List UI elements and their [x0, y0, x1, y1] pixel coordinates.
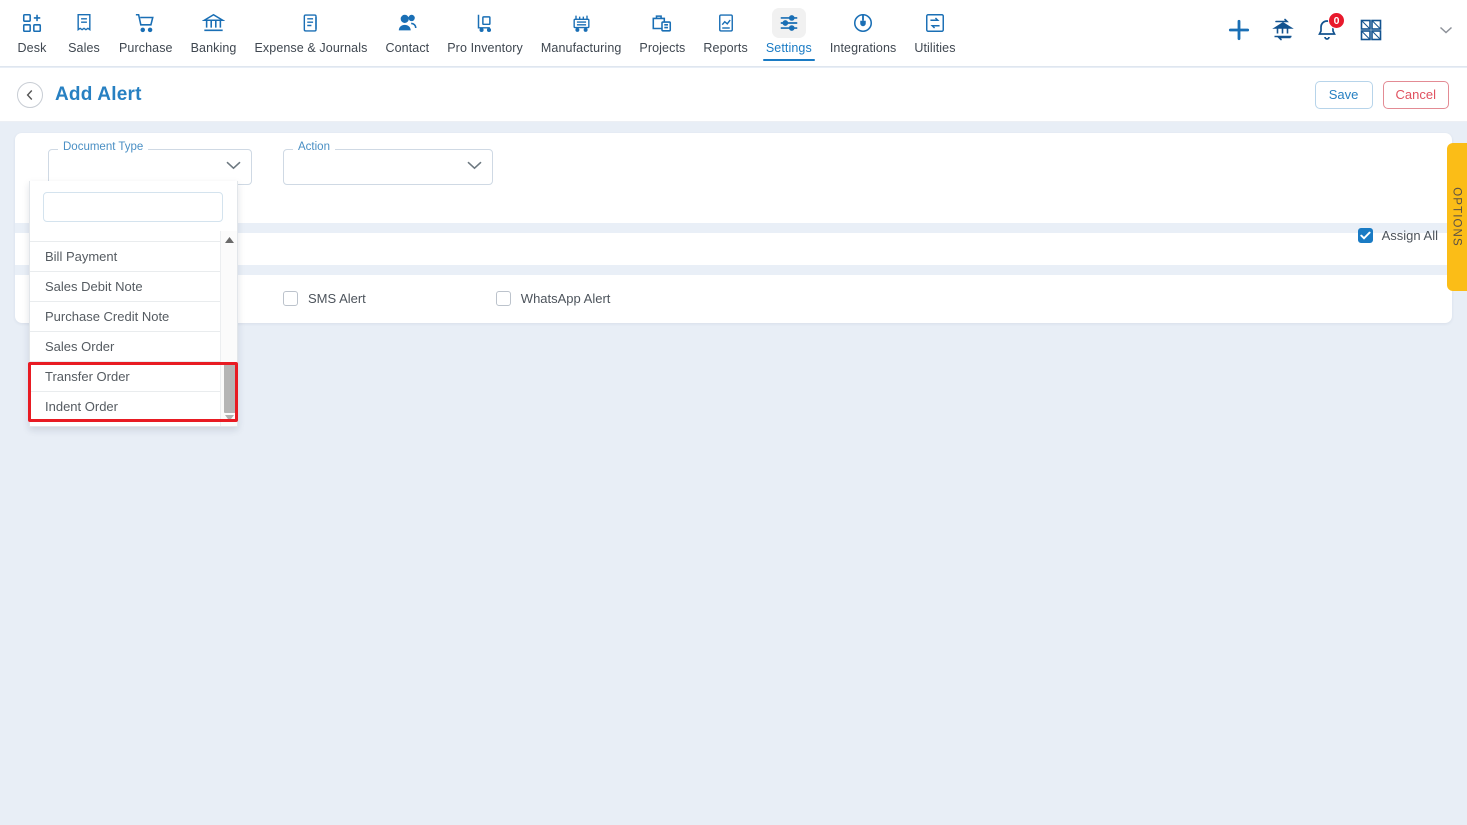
dropdown-option-list: On Account Payment Bill Payment Sales De… — [30, 231, 222, 426]
page-title: Add Alert — [55, 83, 142, 105]
nav-item-label: Banking — [190, 41, 237, 55]
nav-item-label: Contact — [385, 41, 430, 55]
nav-item-purchase[interactable]: Purchase — [110, 5, 182, 55]
nav-item-label: Settings — [765, 41, 812, 55]
scrollbar-thumb[interactable] — [224, 363, 236, 413]
assign-all-row[interactable]: Assign All — [1357, 228, 1438, 243]
nav-item-projects[interactable]: Projects — [630, 5, 694, 55]
nav-item-expense-journals[interactable]: Expense & Journals — [245, 5, 376, 55]
nav-item-label: Pro Inventory — [447, 41, 523, 55]
nav-item-label: Integrations — [829, 41, 897, 55]
whatsapp-alert-option[interactable]: WhatsApp Alert — [495, 291, 611, 306]
nav-item-sales[interactable]: Sales — [58, 5, 110, 55]
contacts-people-icon — [390, 8, 424, 38]
chevron-down-icon[interactable] — [1439, 23, 1453, 38]
dropdown-option[interactable]: Bill Payment — [30, 242, 222, 272]
options-side-tab[interactable]: OPTIONS — [1447, 143, 1467, 291]
nav-item-label: Utilities — [914, 41, 956, 55]
scroll-up-arrow-icon[interactable] — [221, 231, 238, 248]
dropdown-option[interactable]: Purchase Credit Note — [30, 302, 222, 332]
whatsapp-alert-label: WhatsApp Alert — [520, 291, 611, 306]
nav-item-label: Projects — [639, 41, 686, 55]
chevron-down-icon — [466, 158, 483, 176]
projects-briefcase-icon — [645, 8, 679, 38]
reports-chart-icon — [709, 8, 743, 38]
integrations-plug-icon — [846, 8, 880, 38]
sms-alert-option[interactable]: SMS Alert — [283, 291, 366, 306]
assign-all-checkbox[interactable] — [1357, 228, 1373, 243]
dropdown-option[interactable]: Sales Debit Note — [30, 272, 222, 302]
nav-item-label: Purchase — [119, 41, 173, 55]
assign-all-label: Assign All — [1381, 228, 1438, 243]
back-chevron-icon[interactable] — [17, 81, 43, 108]
add-plus-icon[interactable] — [1219, 10, 1259, 50]
header-actions: Save Cancel — [1314, 80, 1467, 109]
nav-item-settings[interactable]: Settings — [757, 5, 821, 61]
nav-item-utilities[interactable]: Utilities — [905, 5, 964, 55]
options-side-tab-label: OPTIONS — [1451, 187, 1463, 247]
action-label: Action — [293, 141, 335, 153]
dropdown-option[interactable]: Transfer Order — [30, 362, 222, 392]
whatsapp-alert-checkbox[interactable] — [495, 291, 511, 306]
nav-item-manufacturing[interactable]: Manufacturing — [532, 5, 631, 55]
nav-item-label: Sales — [68, 41, 100, 55]
nav-item-label: Manufacturing — [540, 41, 622, 55]
dropdown-option[interactable]: Sales Order — [30, 332, 222, 362]
dropdown-search-wrap — [30, 181, 237, 231]
bank-icon — [197, 8, 231, 38]
utilities-swap-icon — [918, 8, 952, 38]
dropdown-list-wrap: On Account Payment Bill Payment Sales De… — [30, 231, 237, 426]
scroll-down-arrow-icon[interactable] — [221, 409, 238, 426]
inventory-trolley-icon — [468, 8, 502, 38]
active-tab-underline — [762, 58, 815, 61]
nav-item-integrations[interactable]: Integrations — [821, 5, 906, 55]
settings-sliders-icon — [771, 8, 806, 38]
dropdown-option[interactable]: On Account Payment — [30, 231, 222, 242]
action-select[interactable]: Action — [283, 141, 493, 185]
cancel-button[interactable]: Cancel — [1382, 80, 1449, 109]
nav-actions: 0 — [1215, 0, 1467, 60]
document-type-label: Document Type — [58, 141, 149, 153]
manufacturing-machine-icon — [564, 8, 598, 38]
nav-item-list: Desk Sales Purchase Banking Expense & Jo… — [0, 0, 965, 61]
shopping-cart-icon — [129, 8, 163, 38]
dropdown-scrollbar[interactable] — [220, 231, 237, 426]
nav-item-pro-inventory[interactable]: Pro Inventory — [438, 5, 532, 55]
document-type-dropdown-panel: On Account Payment Bill Payment Sales De… — [29, 181, 238, 427]
nav-item-contact[interactable]: Contact — [376, 5, 438, 55]
nav-item-desk[interactable]: Desk — [6, 5, 58, 55]
dropdown-option[interactable]: Indent Order — [30, 392, 222, 422]
save-button[interactable]: Save — [1314, 80, 1373, 109]
nav-item-label: Expense & Journals — [254, 41, 368, 55]
nav-item-label: Reports — [703, 41, 748, 55]
nav-item-reports[interactable]: Reports — [694, 5, 756, 55]
bank-transfer-icon[interactable] — [1263, 10, 1303, 50]
top-navigation-bar: Desk Sales Purchase Banking Expense & Jo… — [0, 0, 1467, 67]
notification-bell-icon[interactable]: 0 — [1307, 10, 1347, 50]
document-type-select[interactable]: Document Type — [48, 141, 252, 185]
sales-receipt-icon — [67, 8, 101, 38]
dropdown-search-input[interactable] — [43, 192, 223, 222]
page-header: Add Alert Save Cancel — [0, 68, 1467, 122]
nav-item-banking[interactable]: Banking — [182, 5, 246, 55]
nav-item-label: Desk — [17, 41, 47, 55]
sms-alert-checkbox[interactable] — [283, 291, 298, 306]
chevron-down-icon — [225, 158, 242, 176]
sms-alert-label: SMS Alert — [308, 291, 366, 306]
apps-grid-icon[interactable] — [1351, 10, 1391, 50]
notification-count-badge: 0 — [1328, 12, 1345, 29]
journal-book-icon — [294, 8, 328, 38]
desk-icon — [15, 8, 49, 38]
